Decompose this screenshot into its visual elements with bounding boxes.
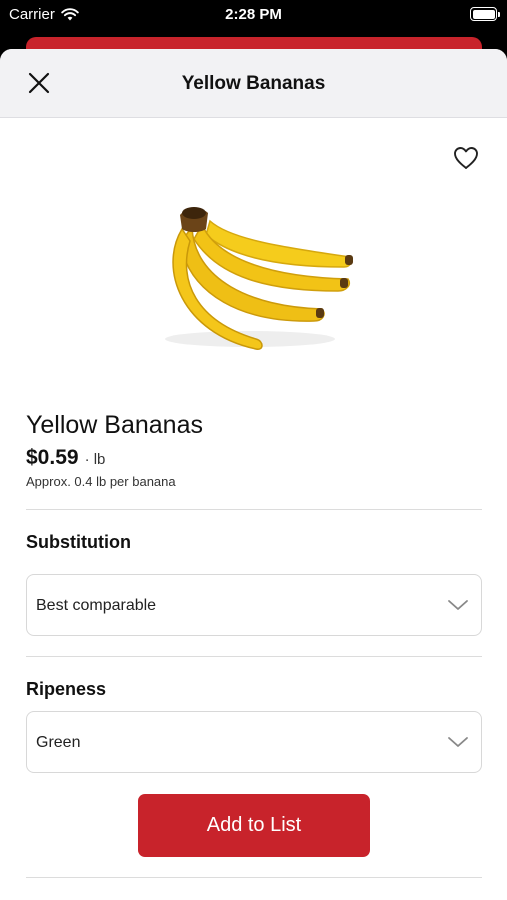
ripeness-value: Green xyxy=(36,734,81,751)
ripeness-select[interactable]: Green xyxy=(26,711,482,773)
substitution-select[interactable]: Best comparable xyxy=(26,574,482,636)
chevron-down-icon xyxy=(448,737,468,747)
add-to-list-button[interactable]: Add to List xyxy=(138,794,370,857)
divider xyxy=(26,509,482,510)
product-price: $0.59 xyxy=(26,446,79,469)
sheet-header: Yellow Bananas xyxy=(0,49,507,118)
status-time: 2:28 PM xyxy=(225,6,282,23)
sheet-title: Yellow Bananas xyxy=(181,73,326,94)
banana-image xyxy=(165,207,353,350)
battery-icon xyxy=(470,7,500,21)
heart-outline-icon[interactable] xyxy=(451,143,481,173)
substitution-label: Substitution xyxy=(26,532,131,552)
chevron-down-icon xyxy=(448,600,468,610)
product-name: Yellow Bananas xyxy=(26,411,203,439)
status-bar: Carrier 2:28 PM xyxy=(0,0,507,30)
price-row: $0.59 · lb xyxy=(26,446,105,470)
divider xyxy=(26,877,482,878)
substitution-value: Best comparable xyxy=(36,597,157,614)
divider xyxy=(26,656,482,657)
product-detail-sheet: Yellow Bananas Yellow Bananas $0.59 · lb… xyxy=(0,49,507,900)
price-unit: · lb xyxy=(84,451,106,468)
approx-weight: Approx. 0.4 lb per banana xyxy=(26,474,176,489)
ripeness-label: Ripeness xyxy=(26,679,107,699)
